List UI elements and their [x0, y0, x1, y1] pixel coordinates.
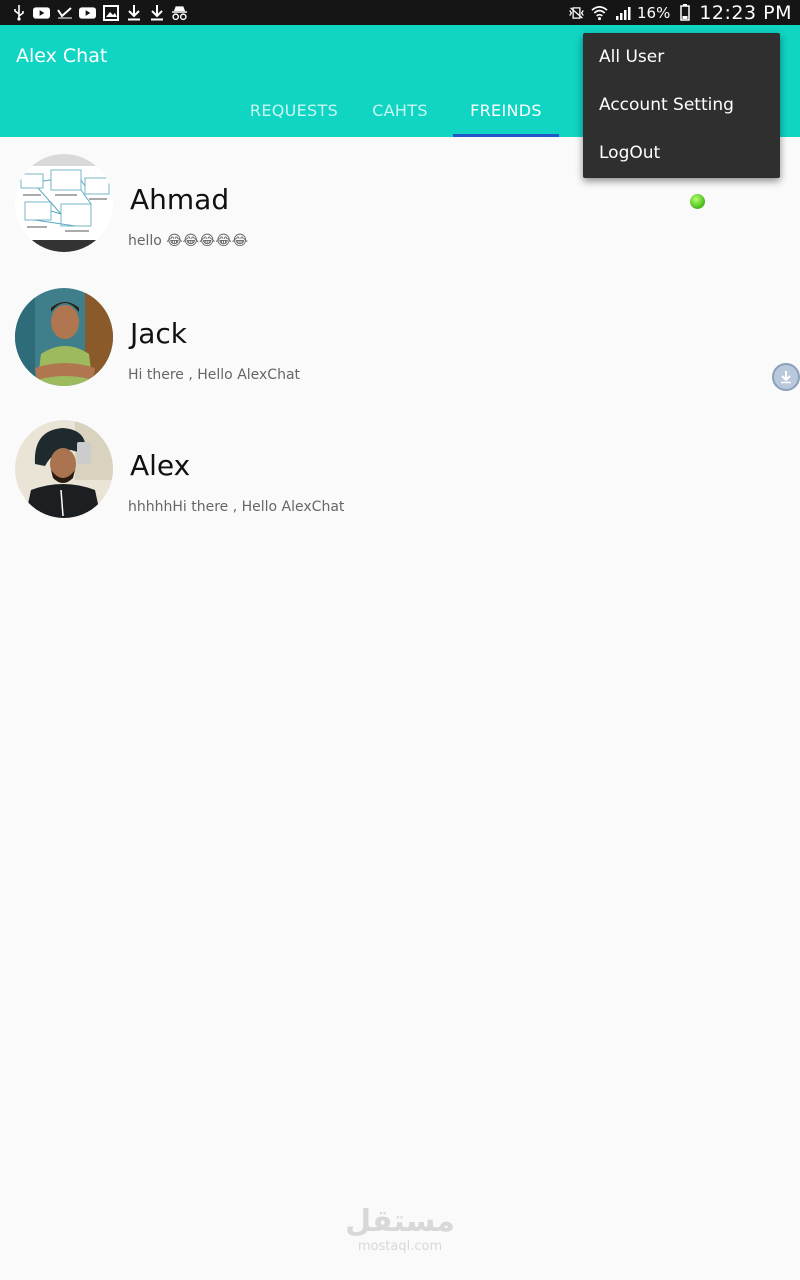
avatar	[15, 154, 113, 252]
friend-last-message: Hi there , Hello AlexChat	[128, 367, 301, 383]
incognito-icon	[171, 4, 188, 21]
signal-icon	[614, 4, 631, 21]
vibrate-mute-icon	[568, 4, 585, 21]
list-item[interactable]: Alex hhhhhHi there , Hello AlexChat	[0, 416, 800, 548]
tab-indicator	[453, 134, 559, 137]
watermark: مستقل mostaql.com	[330, 1204, 470, 1255]
overflow-menu: All User Account Setting LogOut	[583, 33, 780, 178]
download-icon-2	[148, 4, 165, 21]
battery-icon	[676, 4, 693, 21]
friend-last-message: hello 😂😂😂😂😂	[128, 233, 249, 249]
watermark-latin: mostaql.com	[357, 1239, 443, 1254]
usb-icon	[10, 4, 27, 21]
watermark-arabic: مستقل	[345, 1204, 455, 1239]
menu-item-account-setting[interactable]: Account Setting	[599, 81, 734, 129]
wifi-icon	[591, 4, 608, 21]
download-icon	[125, 4, 142, 21]
tab-chats[interactable]: CAHTS	[352, 101, 448, 137]
friend-last-message: hhhhhHi there , Hello AlexChat	[128, 499, 345, 515]
friend-name: Ahmad	[130, 183, 230, 216]
avatar	[15, 420, 113, 518]
battery-percent: 16%	[637, 3, 671, 22]
status-bar: 16% 12:23 PM	[0, 0, 800, 25]
friend-name: Jack	[130, 317, 188, 350]
check-icon	[56, 4, 73, 21]
online-indicator	[690, 194, 705, 209]
menu-item-logout[interactable]: LogOut	[599, 129, 660, 177]
list-item[interactable]: Jack Hi there , Hello AlexChat	[0, 284, 800, 416]
youtube-icon-2	[79, 4, 96, 21]
system-status: 16% 12:23 PM	[568, 0, 792, 25]
app-title: Alex Chat	[16, 45, 108, 67]
notification-icons	[10, 3, 188, 22]
menu-item-all-user[interactable]: All User	[599, 33, 664, 81]
tab-requests[interactable]: REQUESTS	[240, 101, 348, 137]
download-icon[interactable]	[772, 363, 800, 391]
avatar	[15, 288, 113, 386]
clock: 12:23 PM	[699, 1, 792, 24]
tab-friends[interactable]: FREINDS	[453, 101, 559, 137]
youtube-icon	[33, 4, 50, 21]
gallery-icon	[102, 4, 119, 21]
friend-name: Alex	[130, 449, 191, 482]
